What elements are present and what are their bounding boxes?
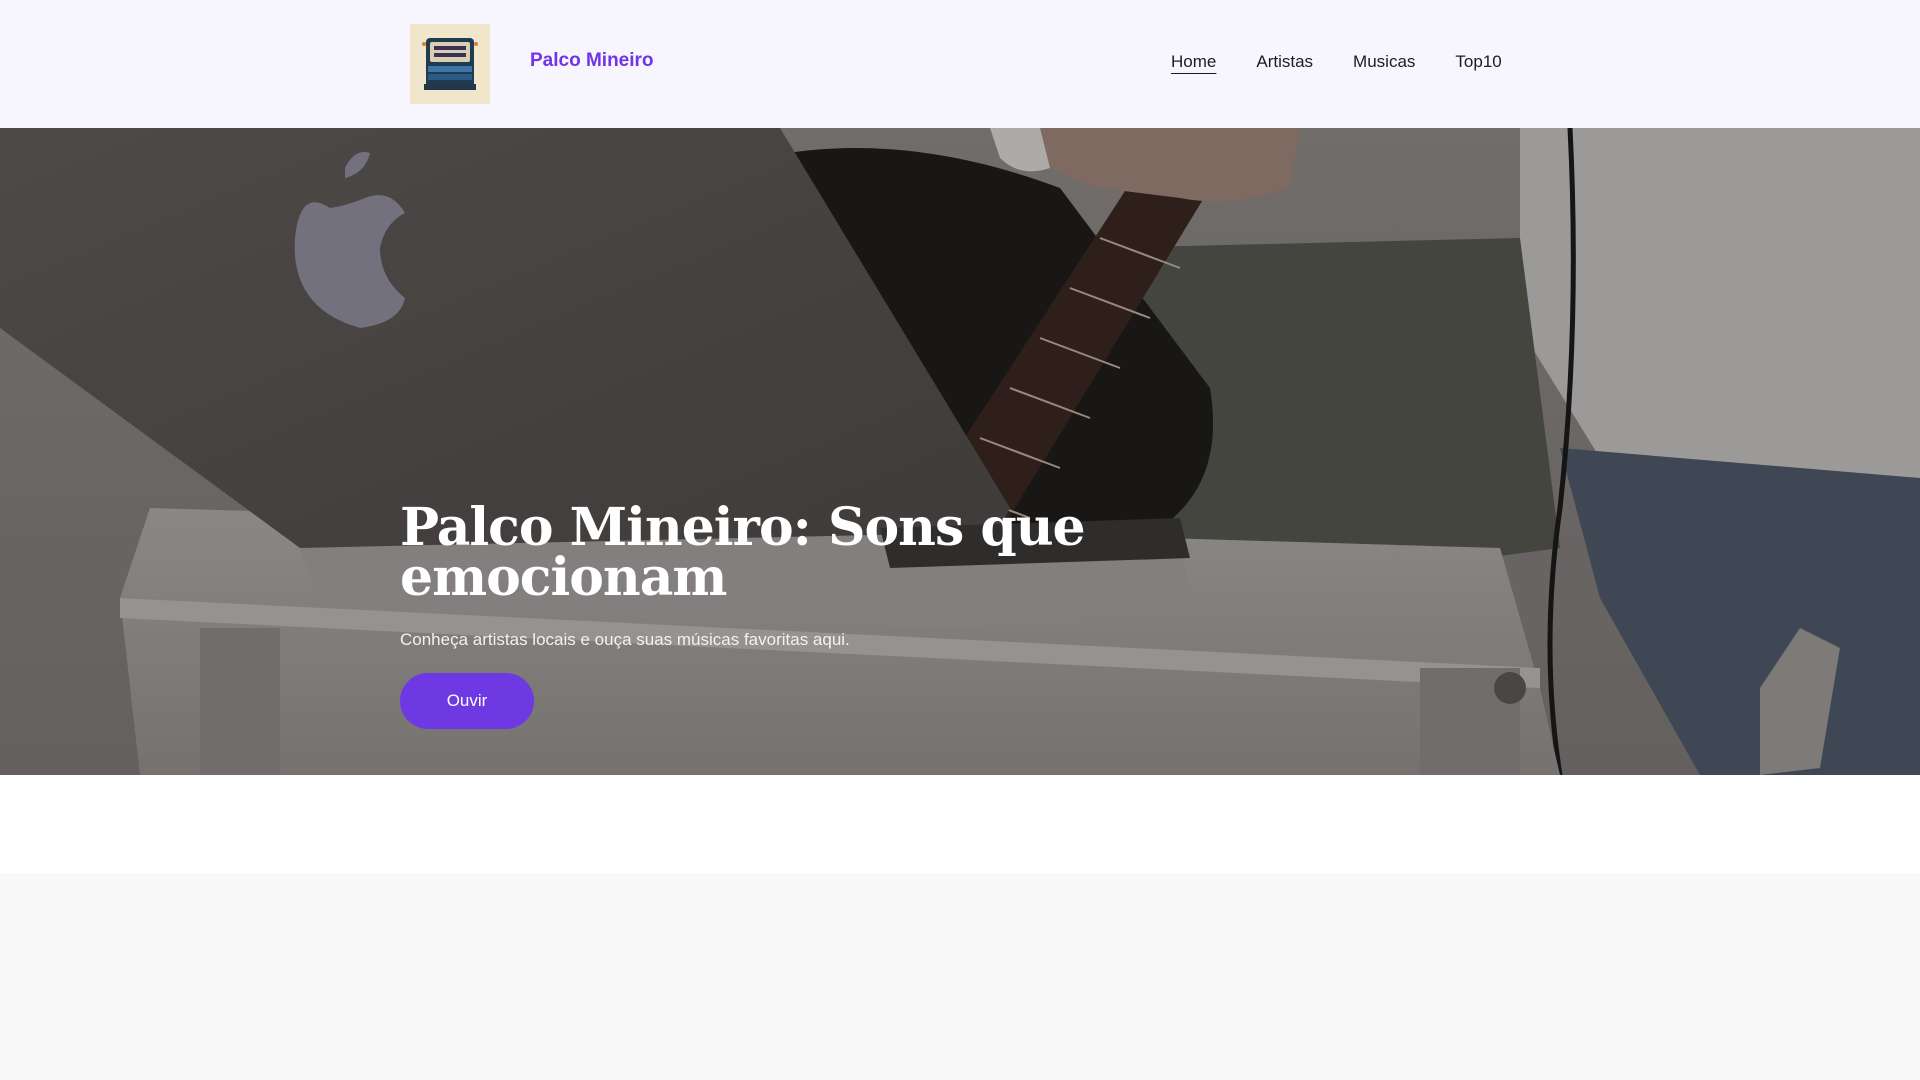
site-header: Palco Mineiro Home Artistas Musicas Top1…: [0, 0, 1920, 128]
hero-background-image: [0, 128, 1920, 775]
nav-musicas[interactable]: Musicas: [1353, 52, 1415, 72]
nav-home[interactable]: Home: [1171, 52, 1216, 72]
hero-subtitle: Conheça artistas locais e ouça suas músi…: [400, 630, 850, 649]
nav-artistas[interactable]: Artistas: [1256, 52, 1313, 72]
brand-name[interactable]: Palco Mineiro: [530, 50, 654, 72]
main-nav: Home Artistas Musicas Top10: [1171, 52, 1502, 72]
nav-top10[interactable]: Top10: [1455, 52, 1501, 72]
content-area: [0, 873, 1920, 1080]
hero-title: Palco Mineiro: Sons que emocionam: [400, 497, 1086, 608]
logo-image: [410, 24, 490, 104]
listen-button[interactable]: Ouvir: [400, 673, 534, 729]
palco-mineiro-logo[interactable]: [410, 24, 490, 104]
content-spacer: [0, 775, 1920, 873]
hero-section: Palco Mineiro: Sons que emocionam Conheç…: [0, 128, 1920, 775]
